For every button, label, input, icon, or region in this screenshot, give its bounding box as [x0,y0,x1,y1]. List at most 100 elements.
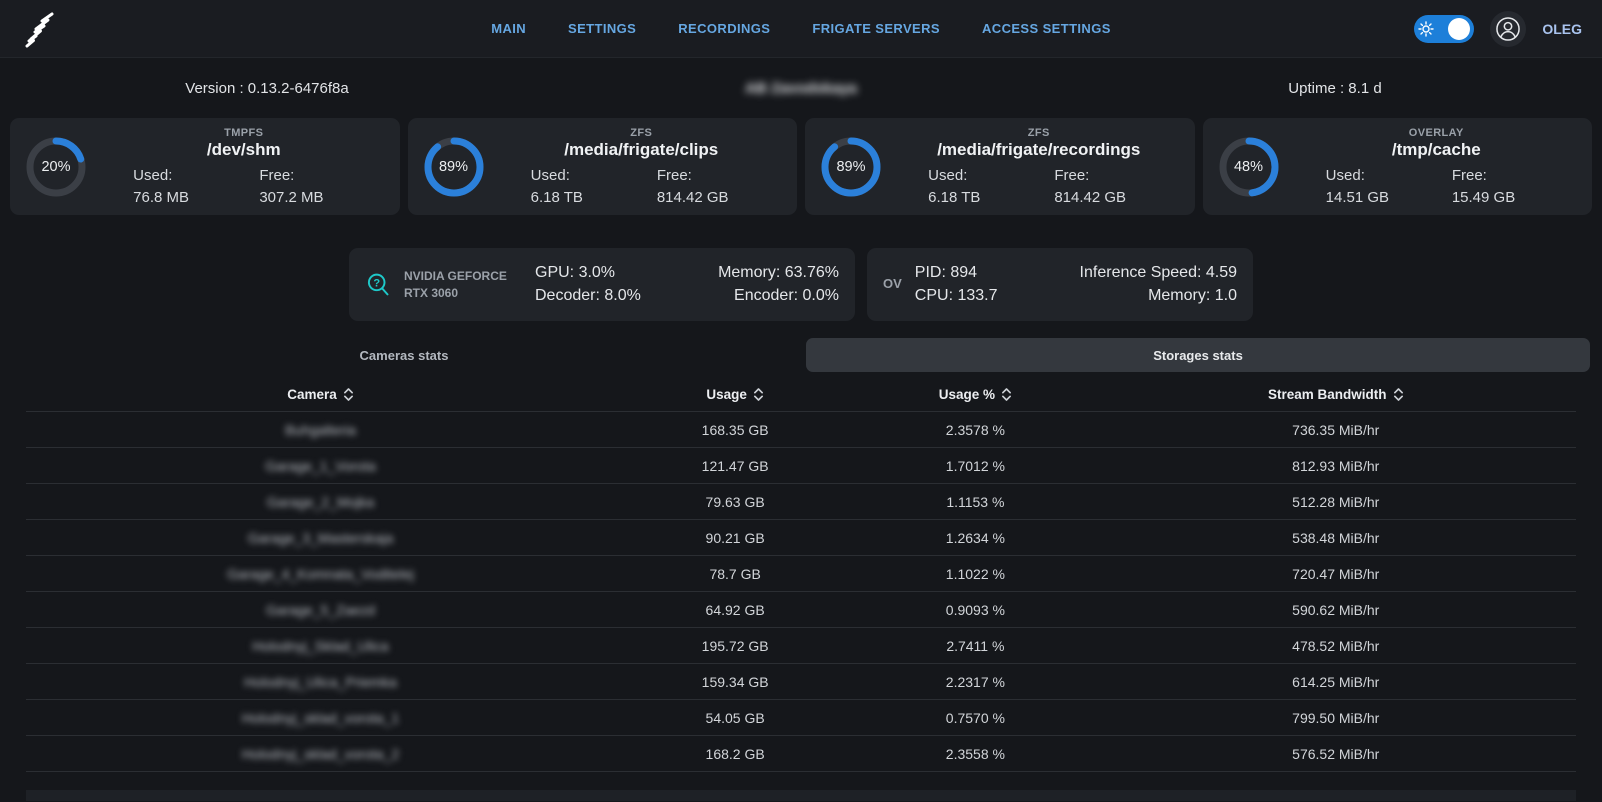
tab-storages-stats[interactable]: Storages stats [806,338,1590,372]
stream-bandwidth-value: 720.47 MiB/hr [1096,556,1577,591]
usage-value: 195.72 GB [615,628,855,663]
table-row[interactable]: Holodnyj_sklad_vorota_154.05 GB0.7570 %7… [26,700,1576,736]
main-nav: MAIN SETTINGS RECORDINGS FRIGATE SERVERS… [491,21,1111,36]
stream-bandwidth-value: 538.48 MiB/hr [1096,520,1577,555]
table-header-row: Camera Usage Usage % Stream Bandwidth [26,377,1576,412]
frigate-dashboard: MAIN SETTINGS RECORDINGS FRIGATE SERVERS… [0,0,1602,802]
used-value: 76.8 MB [133,189,259,206]
nav-link-frigate-servers[interactable]: FRIGATE SERVERS [812,21,940,36]
usage-value: 90.21 GB [615,520,855,555]
hardware-cards-row: ? NVIDIA GEFORCE RTX 3060 GPU: 3.0% Deco… [0,248,1602,321]
stream-bandwidth-value: 812.93 MiB/hr [1096,448,1577,483]
search-question-icon: ? [365,272,391,298]
tab-cameras-stats[interactable]: Cameras stats [12,338,796,372]
table-row[interactable]: Garage_4_Komnata_Voditelej78.7 GB1.1022 … [26,556,1576,592]
free-label: Free: [259,167,385,184]
table-row[interactable]: Holodnyj_Ulica_Priemka159.34 GB2.2317 %6… [26,664,1576,700]
table-row[interactable]: Garage_2_Mojka79.63 GB1.1153 %512.28 MiB… [26,484,1576,520]
gpu-decoder: Decoder: 8.0% [535,287,641,305]
username[interactable]: OLEG [1542,21,1582,37]
frigate-logo-icon[interactable] [20,7,64,51]
usage-percent-value: 1.2634 % [855,520,1095,555]
nav-link-main[interactable]: MAIN [491,21,526,36]
camera-name-blurred: Holodnyj_Ulica_Priemka [26,664,615,699]
usage-percent-label: 89% [819,135,883,199]
camera-name-blurred: Garage_2_Mojka [26,484,615,519]
version-text: Version : 0.13.2-6476f8a [0,80,534,97]
usage-value: 168.35 GB [615,412,855,447]
mount-path: /tmp/cache [1295,140,1579,160]
usage-donut-chart: 20% [24,135,88,199]
stream-bandwidth-value: 736.35 MiB/hr [1096,412,1577,447]
detector-memory: Memory: 1.0 [1148,287,1237,305]
usage-percent-value: 2.7411 % [855,628,1095,663]
storage-card-recordings: 89% ZFS /media/frigate/recordings Used: … [805,118,1195,215]
svg-text:?: ? [373,277,380,289]
free-value: 15.49 GB [1452,189,1578,206]
usage-percent-value: 0.9093 % [855,592,1095,627]
mount-path: /dev/shm [102,140,386,160]
nav-link-access-settings[interactable]: ACCESS SETTINGS [982,21,1111,36]
usage-percent-value: 2.3558 % [855,736,1095,771]
table-row[interactable]: Holodnyj_Sklad_Ulica195.72 GB2.7411 %478… [26,628,1576,664]
used-label: Used: [133,167,259,184]
stream-bandwidth-value: 590.62 MiB/hr [1096,592,1577,627]
sun-icon [1418,21,1434,37]
free-value: 307.2 MB [259,189,385,206]
used-value: 14.51 GB [1326,189,1452,206]
usage-percent-value: 1.7012 % [855,448,1095,483]
usage-donut-chart: 48% [1217,135,1281,199]
nav-link-settings[interactable]: SETTINGS [568,21,636,36]
table-row[interactable]: Holodnyj_sklad_vorota_2168.2 GB2.3558 %5… [26,736,1576,772]
stream-bandwidth-value: 576.52 MiB/hr [1096,736,1577,771]
mount-path: /media/frigate/clips [500,140,784,160]
detector-inference-speed: Inference Speed: 4.59 [1080,264,1237,282]
storage-card-clips: 89% ZFS /media/frigate/clips Used: Free:… [408,118,798,215]
user-avatar[interactable] [1490,11,1526,47]
usage-percent-label: 20% [24,135,88,199]
free-label: Free: [657,167,783,184]
camera-stats-table: Camera Usage Usage % Stream Bandwidth [0,377,1602,801]
uptime-text: Uptime : 8.1 d [1068,80,1602,97]
stream-bandwidth-value: 478.52 MiB/hr [1096,628,1577,663]
column-header-usage-percent[interactable]: Usage % [855,377,1095,411]
gpu-memory: Memory: 63.76% [718,264,839,282]
usage-donut-chart: 89% [422,135,486,199]
usage-value: 54.05 GB [615,700,855,735]
table-row[interactable]: Buhgalteria168.35 GB2.3578 %736.35 MiB/h… [26,412,1576,448]
column-header-camera[interactable]: Camera [26,377,615,411]
camera-name-blurred: Holodnyj_sklad_vorota_1 [26,700,615,735]
account-circle-icon [1495,16,1521,42]
sort-arrows-icon [1001,387,1012,402]
nav-link-recordings[interactable]: RECORDINGS [678,21,770,36]
gpu-stats-card: ? NVIDIA GEFORCE RTX 3060 GPU: 3.0% Deco… [349,248,855,321]
fs-type: ZFS [897,127,1181,139]
column-header-stream-bandwidth[interactable]: Stream Bandwidth [1096,377,1577,411]
table-row[interactable]: Garage_1_Vorota121.47 GB1.7012 %812.93 M… [26,448,1576,484]
table-row[interactable]: Garage_3_Masterskaja90.21 GB1.2634 %538.… [26,520,1576,556]
detector-cpu: CPU: 133.7 [915,287,998,305]
column-header-usage[interactable]: Usage [615,377,855,411]
table-row[interactable]: Garage_5_Zaezd64.92 GB0.9093 %590.62 MiB… [26,592,1576,628]
used-value: 6.18 TB [928,189,1054,206]
camera-name-blurred: Garage_5_Zaezd [26,592,615,627]
usage-percent-value: 0.7570 % [855,700,1095,735]
fs-type: ZFS [500,127,784,139]
storage-card-dev-shm: 20% TMPFS /dev/shm Used: Free: 76.8 MB 3… [10,118,400,215]
storage-card-tmp-cache: 48% OVERLAY /tmp/cache Used: Free: 14.51… [1203,118,1593,215]
usage-value: 121.47 GB [615,448,855,483]
stream-bandwidth-value: 512.28 MiB/hr [1096,484,1577,519]
usage-value: 64.92 GB [615,592,855,627]
stream-bandwidth-value: 799.50 MiB/hr [1096,700,1577,735]
used-label: Used: [531,167,657,184]
free-value: 814.42 GB [657,189,783,206]
used-label: Used: [1326,167,1452,184]
toggle-knob [1448,18,1470,40]
usage-value: 78.7 GB [615,556,855,591]
table-footer-strip [26,790,1576,801]
usage-percent-value: 1.1022 % [855,556,1095,591]
usage-percent-label: 89% [422,135,486,199]
camera-name-blurred: Holodnyj_sklad_vorota_2 [26,736,615,771]
camera-name-blurred: Buhgalteria [26,412,615,447]
theme-toggle[interactable] [1414,15,1474,43]
